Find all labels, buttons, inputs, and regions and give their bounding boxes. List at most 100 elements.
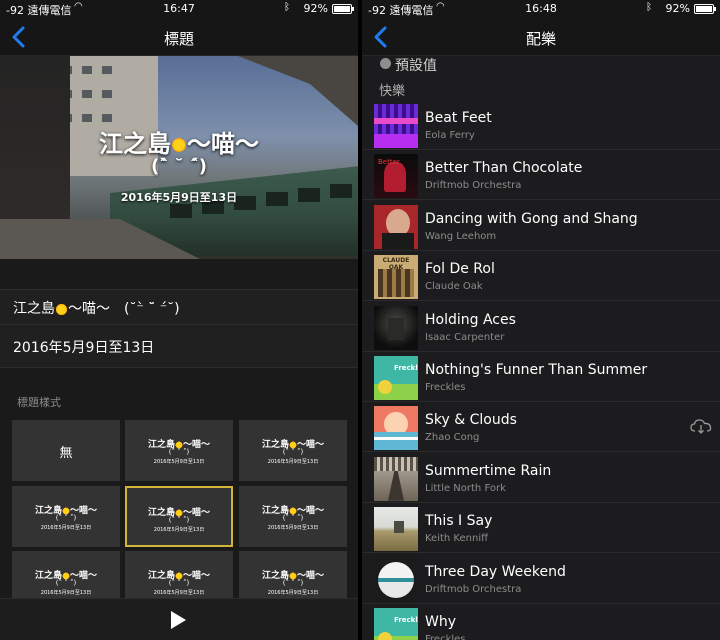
title-style-option[interactable]: 江之島 ～喵～ (ˆ̀ ˘ ˆ́) 2016年5月9日至13日	[239, 486, 347, 547]
song-row[interactable]: Summertime Rain Little North Fork	[362, 453, 720, 503]
style-preview-kaomoji: (ˆ̀ ˘ ˆ́)	[282, 448, 304, 456]
style-preview-kaomoji: (ˆ̀ ˘ ˆ́)	[168, 448, 190, 456]
song-artist: Driftmob Orchestra	[425, 583, 522, 595]
song-row[interactable]: Dancing with Gong and Shang Wang Leehom	[362, 201, 720, 251]
album-art-image	[374, 456, 418, 501]
style-preview-date: 2016年5月9日至13日	[153, 590, 205, 596]
sun-icon	[55, 302, 68, 316]
album-art-image	[374, 104, 418, 148]
song-artist: Freckles	[425, 382, 466, 393]
style-preview-kaomoji: (ˆ̀ ˘ ˆ́)	[282, 514, 304, 522]
cloud-download-icon[interactable]	[690, 418, 712, 435]
title-style-option[interactable]: 江之島 ～喵～ (ˆ̀ ˘ ˆ́) 2016年5月9日至13日	[125, 486, 233, 547]
song-row[interactable]: Holding Aces Isaac Carpenter	[362, 302, 720, 352]
style-none-label: 無	[59, 446, 73, 461]
bluetooth-icon: ᛒ	[646, 2, 652, 13]
song-title: Better Than Chocolate	[425, 160, 583, 177]
song-artist: Claude Oak	[425, 281, 483, 293]
song-title: Fol De Rol	[425, 261, 495, 278]
song-row[interactable]: CLAUDE OAK Fol De Rol Claude Oak	[362, 251, 720, 302]
playback-bar	[0, 598, 358, 640]
music-screen: -92 遠傳電信 ◠ 16:48 ᛒ 92% 配樂 預設值 快樂 Beat Fe…	[362, 0, 720, 640]
song-title: This I Say	[425, 513, 493, 530]
title-style-option[interactable]: 江之島 ～喵～ (ˆ̀ ˘ ˆ́) 2016年5月9日至13日	[239, 420, 347, 481]
song-artist: Wang Leehom	[425, 230, 497, 242]
battery-percent: 92%	[303, 2, 328, 15]
song-row[interactable]: Three Day Weekend Driftmob Orchestra	[362, 554, 720, 604]
battery-level	[334, 6, 350, 12]
song-artist: Eola Ferry	[425, 130, 475, 141]
sun-icon	[171, 137, 187, 153]
song-title: Dancing with Gong and Shang	[425, 210, 638, 227]
nav-bar: 標題	[0, 18, 358, 56]
song-title: Why	[425, 614, 457, 630]
style-preview-date: 2016年5月9日至13日	[153, 459, 205, 465]
style-preview-kaomoji: (ˆ̀ ˘ ˆ́)	[168, 516, 190, 524]
style-preview-kaomoji: (ˆ̀ ˘ ˆ́)	[55, 579, 77, 587]
song-title: Holding Aces	[425, 311, 516, 328]
hero-kaomoji: (ˆ̀ ˘ ˆ́)	[151, 156, 207, 177]
album-art-image: Better	[374, 154, 418, 199]
song-title: Summertime Rain	[425, 462, 552, 479]
album-art-image: Freckles	[374, 356, 418, 400]
song-row[interactable]: Freckles Nothing's Funner Than Summer Frec…	[362, 352, 720, 402]
title-style-option[interactable]: 江之島 ～喵～ (ˆ̀ ˘ ˆ́) 2016年5月9日至13日	[12, 486, 120, 547]
album-art-image	[374, 305, 418, 350]
title-preview-image: 江之島 ～喵～ (ˆ̀ ˘ ˆ́) 2016年5月9日至13日	[0, 56, 358, 259]
song-artist: Isaac Carpenter	[425, 331, 505, 343]
style-preview-date: 2016年5月9日至13日	[40, 525, 92, 531]
subtitle-text-value: 2016年5月9日至13日	[13, 340, 155, 356]
song-title: Nothing's Funner Than Summer	[425, 362, 648, 378]
song-artist: Driftmob Orchestra	[425, 180, 522, 192]
album-art-image	[374, 204, 418, 249]
status-bar: -92 遠傳電信 ◠ 16:48 ᛒ 92%	[362, 0, 720, 18]
style-preview-date: 2016年5月9日至13日	[153, 527, 205, 533]
album-art-image	[374, 406, 418, 451]
hero-date: 2016年5月9日至13日	[120, 191, 238, 204]
bluetooth-icon: ᛒ	[284, 2, 290, 13]
title-text-value: 江之島 ～喵～ (˘⁻̀ ˘̈ ⁻́˘)	[13, 301, 180, 317]
title-style-none[interactable]: 無	[12, 420, 120, 481]
title-screen: -92 遠傳電信 ◠ 16:47 ᛒ 92% 標題 江之島 ～喵～ (ˆ̀ ˘ ˆ…	[0, 0, 358, 640]
subtitle-text-field[interactable]: 2016年5月9日至13日	[0, 324, 358, 368]
song-row[interactable]: Beat Feet Eola Ferry	[362, 100, 720, 150]
battery-level	[696, 6, 712, 12]
play-icon[interactable]	[171, 611, 186, 629]
song-title: Beat Feet	[425, 110, 492, 126]
album-art-image	[374, 507, 418, 552]
preset-option[interactable]: 預設值	[362, 56, 720, 76]
album-art-image: Freckles	[374, 608, 418, 640]
style-preview-kaomoji: (ˆ̀ ˘ ˆ́)	[168, 579, 190, 587]
battery-icon	[332, 4, 354, 14]
title-style-option[interactable]: 江之島 ～喵～ (ˆ̀ ˘ ˆ́) 2016年5月9日至13日	[125, 420, 233, 481]
status-bar: -92 遠傳電信 ◠ 16:47 ᛒ 92%	[0, 0, 358, 18]
battery-percent: 92%	[665, 2, 690, 15]
album-art-image	[374, 557, 418, 602]
preset-label: 預設值	[395, 58, 437, 74]
battery-icon	[694, 4, 716, 14]
page-title: 標題	[163, 30, 194, 48]
song-title: Sky & Clouds	[425, 412, 517, 429]
style-preview-date: 2016年5月9日至13日	[267, 590, 319, 596]
nav-bar: 配樂	[362, 18, 720, 56]
song-artist: Keith Kenniff	[425, 533, 488, 545]
title-text-field[interactable]: 江之島 ～喵～ (˘⁻̀ ˘̈ ⁻́˘)	[0, 289, 358, 324]
style-preview-kaomoji: (ˆ̀ ˘ ˆ́)	[282, 579, 304, 587]
song-artist: Little North Fork	[425, 482, 506, 494]
title-style-section-label: 標題樣式	[17, 396, 61, 409]
song-row[interactable]: Sky & Clouds Zhao Cong	[362, 402, 720, 453]
song-title: Three Day Weekend	[425, 563, 566, 580]
radio-dot-icon	[380, 58, 391, 69]
song-row[interactable]: Better Better Than Chocolate Driftmob Orch…	[362, 150, 720, 201]
song-artist: Freckles	[425, 634, 466, 640]
style-preview-date: 2016年5月9日至13日	[267, 525, 319, 531]
style-preview-date: 2016年5月9日至13日	[40, 590, 92, 596]
page-title: 配樂	[525, 30, 556, 48]
style-preview-date: 2016年5月9日至13日	[267, 459, 319, 465]
song-row[interactable]: This I Say Keith Kenniff	[362, 503, 720, 554]
album-art-image: CLAUDE OAK	[374, 255, 418, 300]
song-row[interactable]: Freckles Why Freckles	[362, 604, 720, 640]
style-preview-kaomoji: (ˆ̀ ˘ ˆ́)	[55, 514, 77, 522]
hero-title: 江之島 ～喵～	[99, 130, 259, 158]
song-artist: Zhao Cong	[425, 432, 480, 444]
